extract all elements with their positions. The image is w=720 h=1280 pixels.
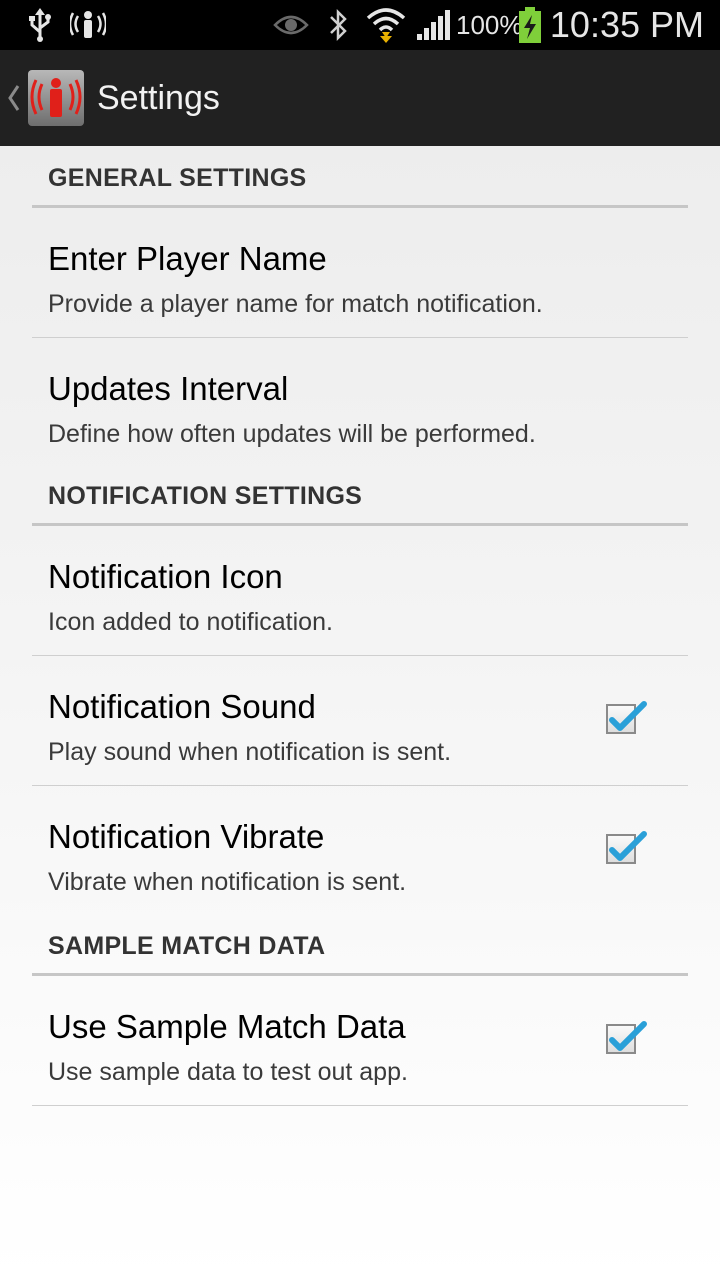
section-header-general: GENERAL SETTINGS	[32, 146, 688, 208]
use-sample-data-checkbox[interactable]	[606, 1021, 647, 1060]
checkmark-icon	[609, 701, 647, 731]
pref-title: Enter Player Name	[48, 240, 327, 277]
pref-summary: Use sample data to test out app.	[48, 1058, 408, 1086]
chevron-left-icon	[8, 85, 20, 111]
pref-notification-icon[interactable]: Notification Icon Icon added to notifica…	[32, 526, 688, 656]
battery-percent: 100%	[456, 9, 523, 40]
cellular-signal-icon	[414, 0, 454, 50]
notification-sound-checkbox[interactable]	[606, 701, 647, 740]
pref-use-sample-match-data[interactable]: Use Sample Match Data Use sample data to…	[32, 976, 688, 1106]
status-bar: 100% 10:35 PM	[0, 0, 720, 50]
preference-list: GENERAL SETTINGS Enter Player Name Provi…	[0, 146, 720, 1106]
pref-title: Notification Icon	[48, 558, 283, 595]
usb-icon	[26, 0, 54, 50]
pref-summary: Vibrate when notification is sent.	[48, 868, 407, 896]
pref-title: Updates Interval	[48, 370, 289, 407]
pref-summary: Play sound when notification is sent.	[48, 738, 452, 766]
up-navigation-button[interactable]: Settings	[0, 50, 232, 146]
pref-notification-vibrate[interactable]: Notification Vibrate Vibrate when notifi…	[32, 786, 688, 916]
eye-icon	[272, 0, 310, 50]
checkmark-icon	[609, 831, 647, 861]
pref-title: Notification Sound	[48, 688, 316, 725]
action-bar: Settings	[0, 50, 720, 146]
page-title: Settings	[97, 78, 220, 117]
signal-broadcast-icon	[70, 0, 106, 50]
notification-vibrate-checkbox[interactable]	[606, 831, 647, 870]
section-header-notification: NOTIFICATION SETTINGS	[32, 464, 688, 526]
pref-title: Notification Vibrate	[48, 818, 325, 855]
clock: 10:35 PM	[549, 4, 704, 45]
section-header-sample: SAMPLE MATCH DATA	[32, 914, 688, 976]
pref-summary: Define how often updates will be perform…	[48, 420, 536, 448]
pref-notification-sound[interactable]: Notification Sound Play sound when notif…	[32, 656, 688, 786]
pref-title: Use Sample Match Data	[48, 1008, 406, 1045]
pref-summary: Icon added to notification.	[48, 608, 333, 636]
bluetooth-icon	[326, 0, 350, 50]
pref-enter-player-name[interactable]: Enter Player Name Provide a player name …	[32, 208, 688, 338]
pref-updates-interval[interactable]: Updates Interval Define how often update…	[32, 338, 688, 468]
pref-summary: Provide a player name for match notifica…	[48, 290, 543, 318]
checkmark-icon	[609, 1021, 647, 1051]
battery-charging-icon	[516, 0, 544, 50]
wifi-icon	[366, 0, 406, 50]
app-logo-icon	[28, 70, 84, 126]
